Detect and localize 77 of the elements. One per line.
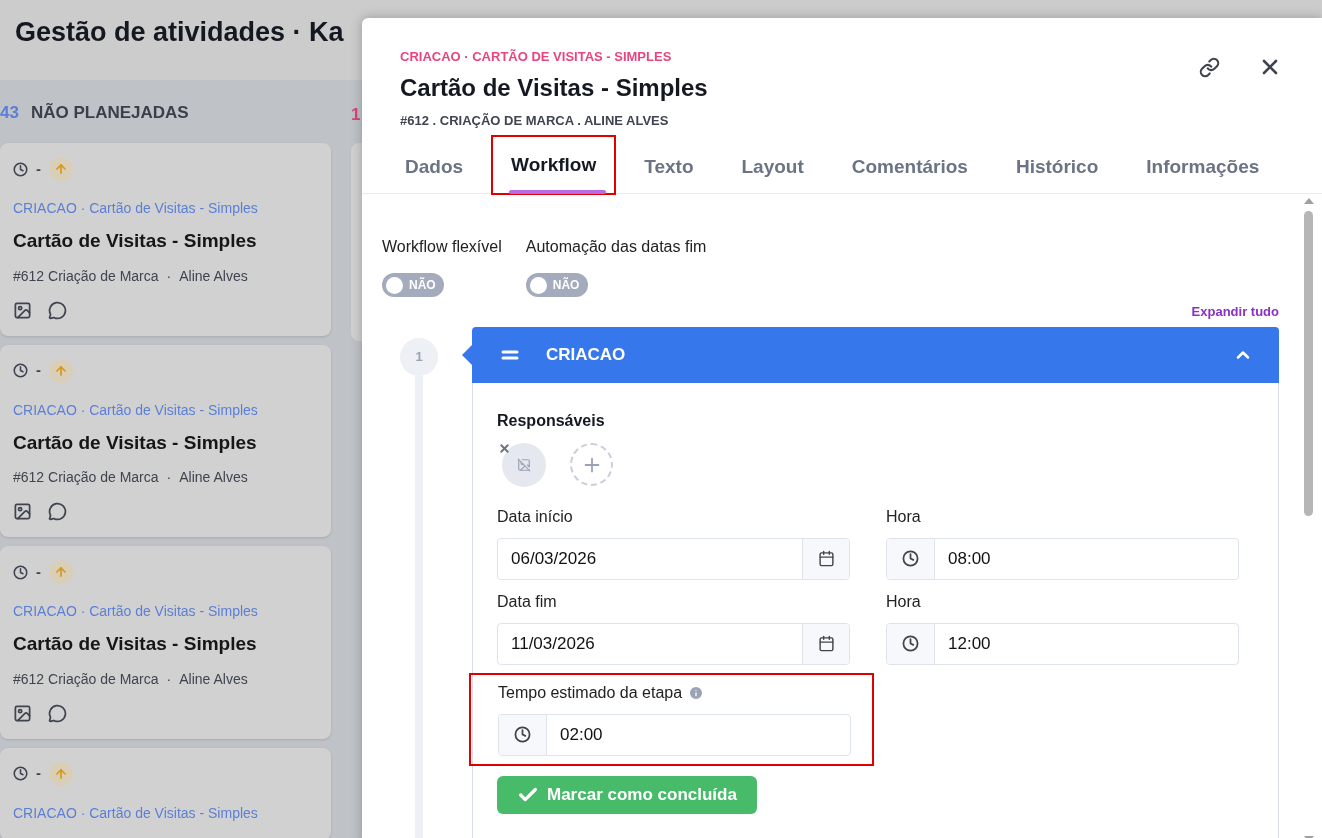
field-label: Tempo estimado da etapa (498, 682, 683, 703)
clock-icon (514, 726, 531, 743)
card-path: CRIACAO · Cartão de Visitas - Simples (13, 602, 259, 621)
card-person: Aline Alves (179, 468, 248, 487)
comment-icon[interactable] (48, 502, 67, 521)
card-title: Cartão de Visitas - Simples (13, 430, 258, 455)
card-title: Cartão de Visitas - Simples (13, 632, 258, 656)
clock-icon (902, 550, 919, 567)
task-card[interactable]: - CRIACAO · Cartão de Visitas - Simples Cartão de Visitas - Simples #612 Criação de Marca · Aline Alves (0, 546, 331, 739)
separator-dot: · (166, 266, 172, 286)
clock-icon (13, 564, 28, 580)
field-label: Data fim (497, 591, 557, 612)
date-input[interactable]: 06/03/2026 (497, 537, 850, 580)
separator-dot: · (166, 468, 172, 487)
task-card[interactable]: - CRIACAO · Cartão de Visitas - Simples Cartão de Visitas - Simples #612 Criação de Marca · Aline Alves (0, 143, 331, 336)
card-path: CRIACAO · Cartão de Visitas - Simples (13, 199, 259, 218)
broken-image-icon (517, 457, 531, 472)
modal-breadcrumb: CRIACAO · CARTÃO DE VISITAS - SIMPLES (400, 48, 673, 66)
clock-icon (13, 161, 28, 177)
clock-icon (13, 766, 28, 781)
card-time: - (36, 158, 41, 179)
field-label: Data início (497, 506, 573, 527)
card-person: Aline Alves (179, 669, 248, 689)
card-project: #612 Criação de Marca (13, 468, 159, 487)
image-icon[interactable] (13, 300, 32, 320)
card-person: Aline Alves (179, 266, 248, 286)
task-card[interactable]: - CRIACAO · Cartão de Visitas - Simples (0, 747, 331, 838)
tab[interactable]: Workflow (493, 137, 615, 193)
section-label: Responsáveis (497, 410, 606, 431)
column-count: 1 (351, 104, 362, 124)
comment-icon[interactable] (48, 300, 67, 320)
card-time: - (36, 561, 41, 582)
modal-subtitle: #612 . CRIAÇÃO DE MARCA . ALINE ALVES (400, 111, 670, 130)
image-icon[interactable] (13, 502, 32, 521)
step-number: 1 (400, 337, 438, 376)
priority-icon (49, 358, 73, 383)
page-title: Gestão de atividades · Ka (15, 15, 344, 49)
time-input[interactable]: 12:00 (886, 622, 1239, 665)
column-title: NÃO PLANEJADAS (30, 102, 189, 125)
clock-icon (13, 363, 28, 378)
image-icon[interactable] (13, 703, 32, 723)
card-path: CRIACAO · Cartão de Visitas - Simples (13, 400, 259, 420)
time-input[interactable]: 02:00 (498, 713, 851, 756)
priority-icon (49, 157, 73, 181)
field-label: Hora (886, 506, 921, 527)
calendar-icon (817, 550, 835, 567)
modal-title: Cartão de Visitas - Simples (400, 72, 708, 103)
date-input[interactable]: 11/03/2026 (497, 622, 850, 665)
tab[interactable]: Histórico (997, 142, 1117, 193)
calendar-icon (817, 635, 835, 652)
card-project: #612 Criação de Marca (13, 266, 159, 286)
header-pointer (462, 344, 472, 365)
card-time: - (36, 360, 41, 381)
card-project: #612 Criação de Marca (13, 669, 159, 689)
expand-all-link[interactable]: Expandir tudo (1191, 302, 1279, 322)
priority-icon (49, 560, 73, 584)
toggle-label: Workflow flexível (382, 237, 502, 257)
tab[interactable]: Layout (723, 142, 822, 193)
tab[interactable]: Dados (387, 142, 482, 193)
card-time: - (36, 763, 41, 784)
time-input[interactable]: 08:00 (886, 537, 1239, 580)
tab[interactable]: Informações (1128, 142, 1278, 193)
tab[interactable]: Comentários (833, 142, 986, 193)
task-card[interactable]: - CRIACAO · Cartão de Visitas - Simples Cartão de Visitas - Simples #612 Criação de Marca · Aline Alves (0, 344, 331, 537)
clock-icon (902, 635, 919, 652)
separator-dot: · (166, 669, 172, 689)
priority-icon (49, 761, 73, 786)
card-path: CRIACAO · Cartão de Visitas - Simples (13, 803, 259, 823)
tab[interactable]: Texto (626, 142, 712, 193)
comment-icon[interactable] (48, 703, 67, 723)
column-count: 43 (0, 102, 19, 125)
stage-name: CRIACAO (546, 343, 627, 366)
remove-icon[interactable] (498, 441, 511, 455)
link-icon[interactable] (1199, 55, 1220, 79)
field-label: Hora (886, 591, 921, 612)
card-title: Cartão de Visitas - Simples (13, 229, 258, 253)
toggle-label: Automação das datas fim (525, 237, 707, 257)
